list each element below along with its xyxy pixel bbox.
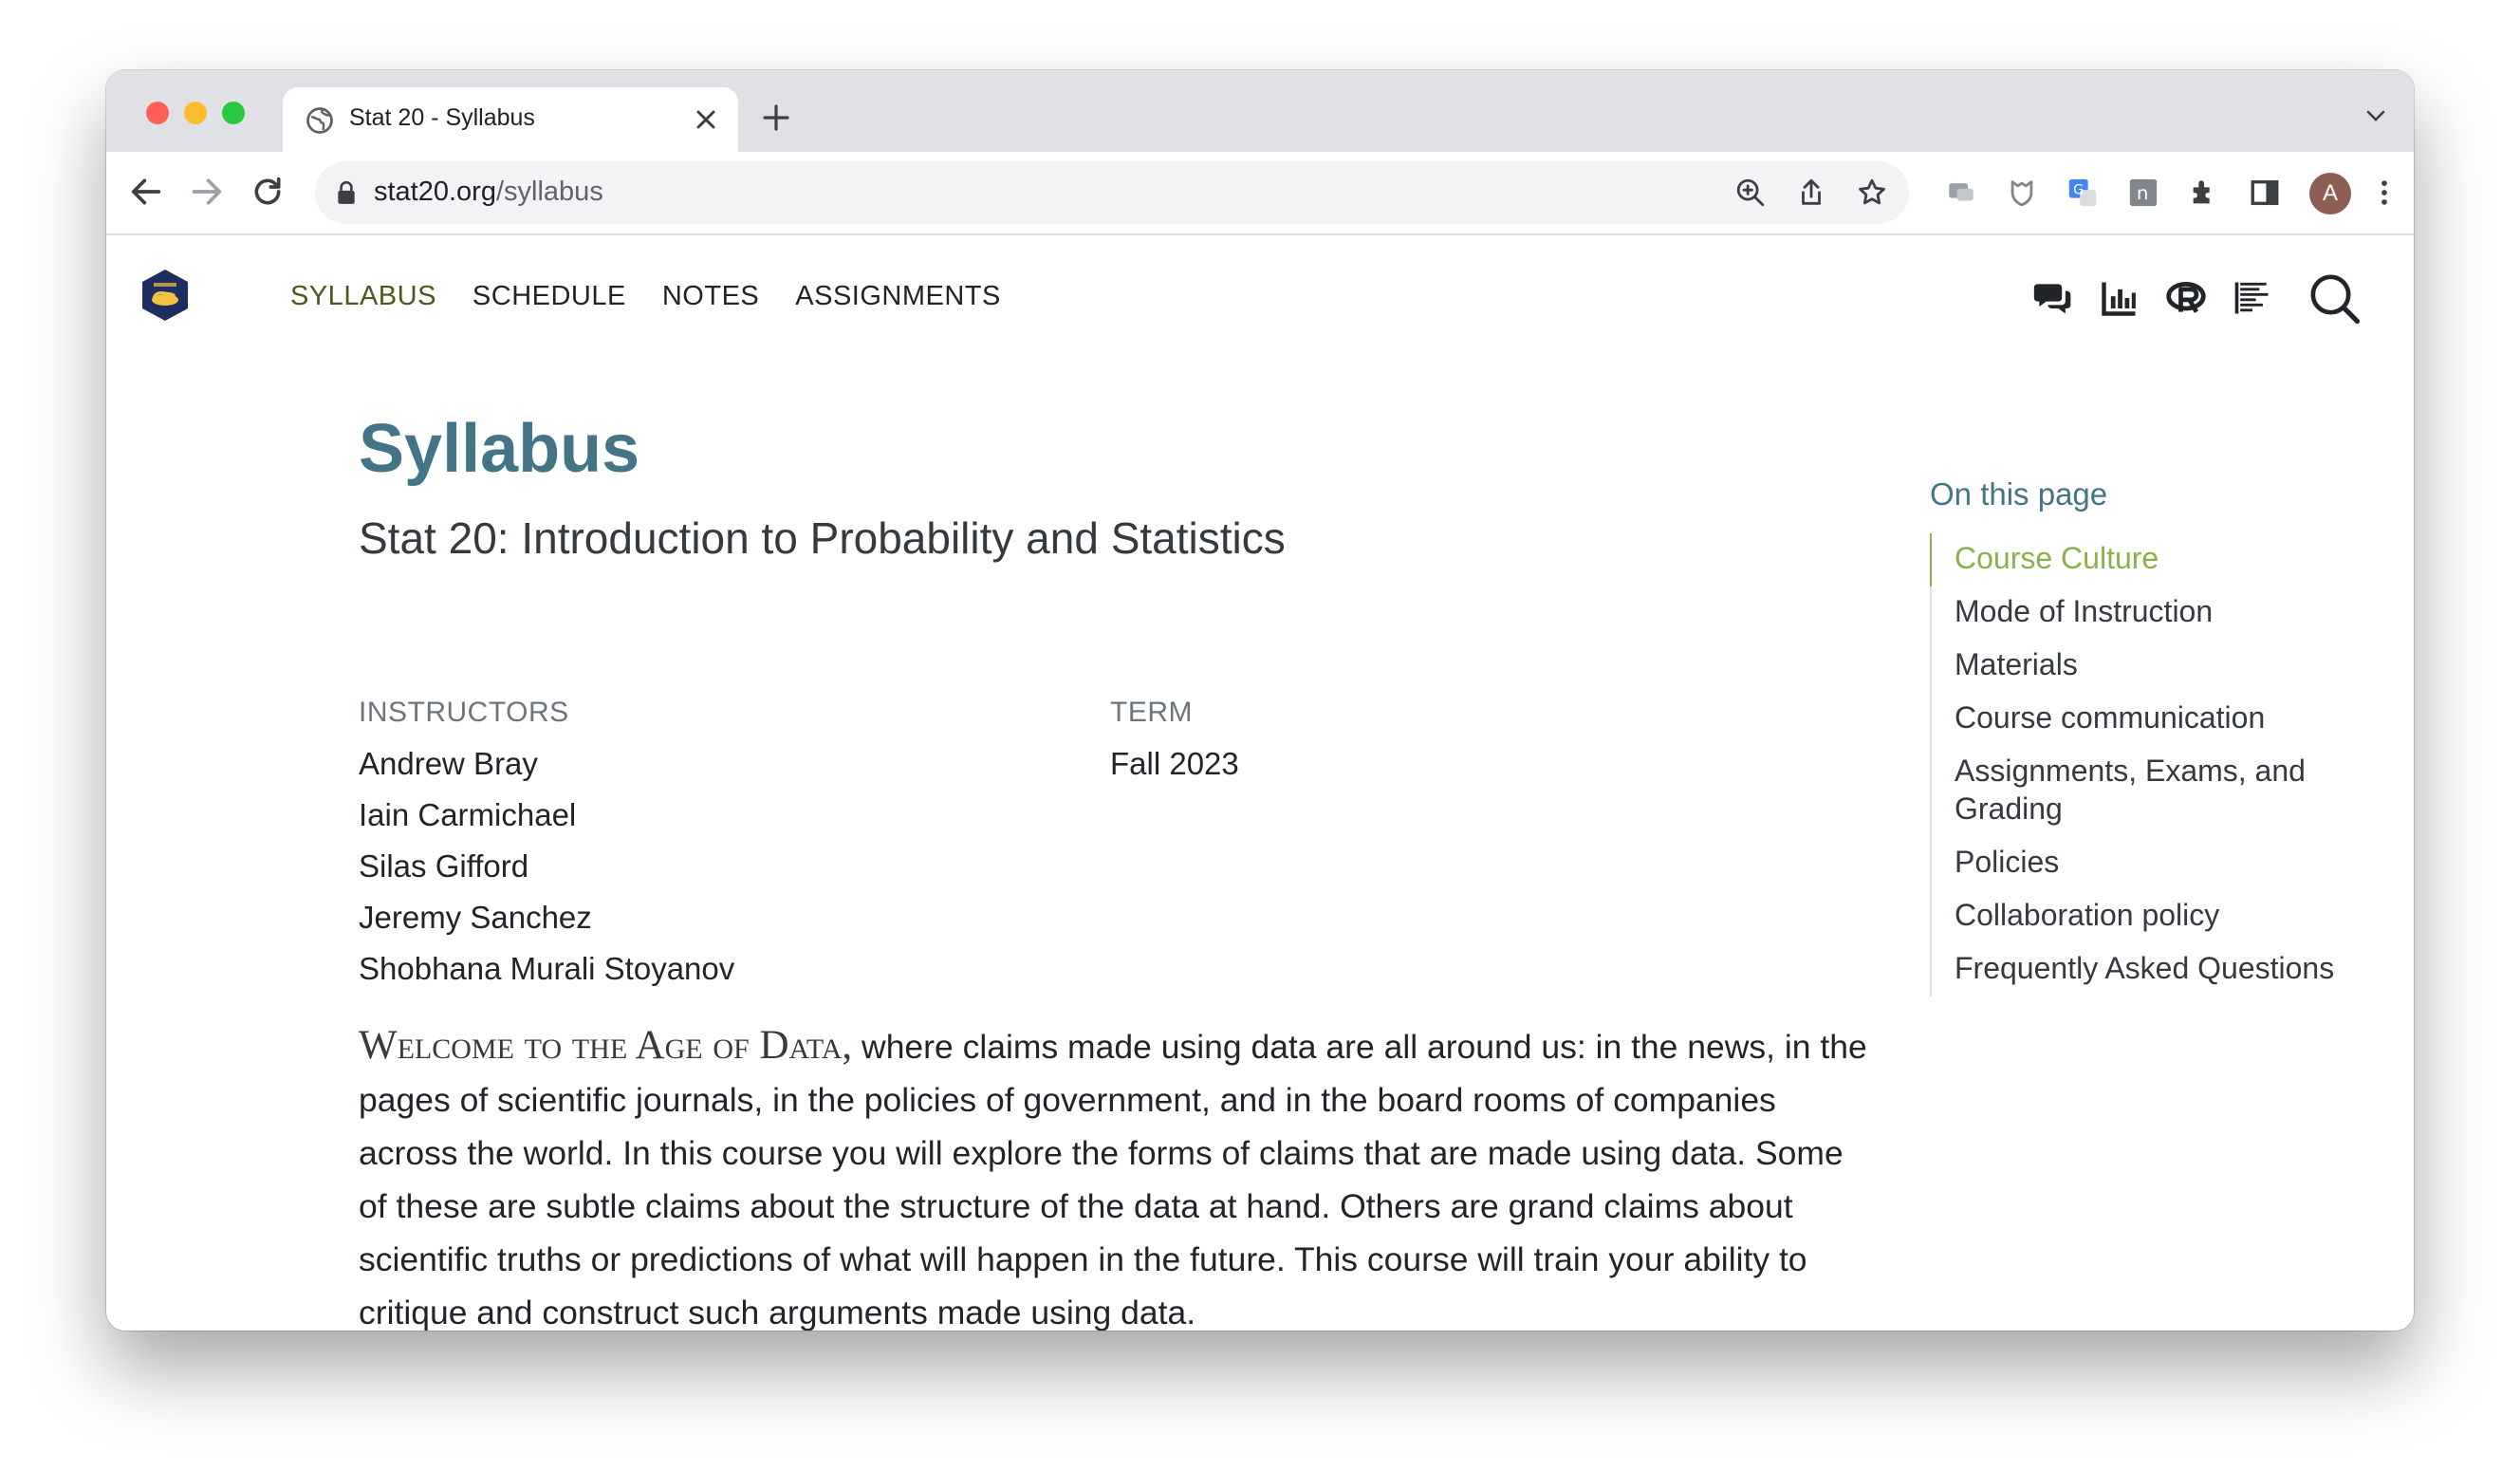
maximize-window-button[interactable] bbox=[222, 102, 245, 124]
intro-lead: Welcome to the Age of Data, bbox=[359, 1023, 853, 1068]
toc-item-mode-of-instruction[interactable]: Mode of Instruction bbox=[1932, 587, 2376, 640]
minimize-window-button[interactable] bbox=[184, 102, 207, 124]
zoom-icon[interactable] bbox=[1734, 177, 1767, 209]
tab-title: Stat 20 - Syllabus bbox=[349, 104, 535, 131]
new-tab-icon[interactable] bbox=[761, 102, 791, 133]
term-value: Fall 2023 bbox=[1110, 746, 1239, 781]
toc-item-policies[interactable]: Policies bbox=[1932, 837, 2376, 890]
url-text[interactable]: stat20.org/syllabus bbox=[374, 177, 603, 208]
back-arrow-icon[interactable] bbox=[127, 173, 165, 211]
reload-icon[interactable] bbox=[249, 173, 287, 211]
instructor-name: Shobhana Murali Stoyanov bbox=[359, 951, 735, 986]
svg-text:G: G bbox=[2073, 182, 2084, 197]
browser-toolbar: stat20.org/syllabus G n A bbox=[106, 152, 2414, 235]
browser-window: Stat 20 - Syllabus stat20.org/syllabus G… bbox=[106, 70, 2414, 1331]
bookmark-star-icon[interactable] bbox=[1856, 177, 1888, 209]
instructor-name: Iain Carmichael bbox=[359, 797, 577, 832]
nav-schedule[interactable]: SCHEDULE bbox=[472, 281, 626, 312]
globe-icon bbox=[306, 107, 333, 134]
search-icon[interactable] bbox=[2307, 271, 2361, 325]
web-page: SYLLABUS SCHEDULE NOTES ASSIGNMENTS Syll… bbox=[106, 235, 2414, 1331]
nav-assignments[interactable]: ASSIGNMENTS bbox=[795, 281, 1001, 312]
intro-body: where claims made using data are all aro… bbox=[359, 1028, 1867, 1331]
profile-avatar[interactable]: A bbox=[2309, 173, 2351, 214]
browser-tab[interactable]: Stat 20 - Syllabus bbox=[283, 87, 738, 152]
n-extension-icon[interactable]: n bbox=[2127, 177, 2159, 209]
address-bar[interactable]: stat20.org/syllabus bbox=[315, 161, 1909, 224]
bar-chart-icon[interactable] bbox=[2099, 277, 2140, 319]
instructor-name: Silas Gifford bbox=[359, 848, 529, 884]
toc-item-course-culture[interactable]: Course Culture bbox=[1930, 533, 2376, 587]
text-align-icon[interactable] bbox=[2232, 277, 2273, 319]
svg-text:n: n bbox=[2137, 182, 2149, 204]
chevron-down-icon[interactable] bbox=[2364, 108, 2387, 123]
toc-list: Course Culture Mode of Instruction Mater… bbox=[1930, 533, 2376, 996]
instructor-name: Andrew Bray bbox=[359, 746, 538, 781]
close-window-button[interactable] bbox=[146, 102, 169, 124]
r-logo-icon[interactable] bbox=[2165, 277, 2207, 319]
profile-initial: A bbox=[2322, 180, 2338, 206]
toc-item-materials[interactable]: Materials bbox=[1932, 640, 2376, 693]
forward-arrow-icon[interactable] bbox=[188, 173, 226, 211]
site-logo-icon[interactable] bbox=[140, 268, 190, 323]
site-navigation: SYLLABUS SCHEDULE NOTES ASSIGNMENTS bbox=[290, 281, 1001, 312]
toc-title: On this page bbox=[1930, 476, 2108, 512]
translate-icon[interactable]: G bbox=[2066, 177, 2099, 209]
puzzle-icon[interactable] bbox=[2188, 177, 2220, 209]
toc-item-collaboration-policy[interactable]: Collaboration policy bbox=[1932, 890, 2376, 943]
instructors-label: INSTRUCTORS bbox=[359, 697, 569, 728]
page-title: Syllabus bbox=[359, 411, 640, 487]
sidepanel-icon[interactable] bbox=[2249, 177, 2281, 209]
message-blocked-icon[interactable] bbox=[1945, 177, 1977, 209]
shield-extension-icon[interactable] bbox=[2006, 177, 2038, 209]
chat-bubbles-icon[interactable] bbox=[2032, 277, 2074, 319]
nav-syllabus[interactable]: SYLLABUS bbox=[290, 281, 436, 312]
share-icon[interactable] bbox=[1795, 177, 1827, 209]
kebab-menu-icon[interactable] bbox=[2368, 177, 2400, 209]
toc-item-assignments-grading[interactable]: Assignments, Exams, and Grading bbox=[1932, 746, 2376, 837]
close-tab-icon[interactable] bbox=[691, 104, 721, 135]
term-label: TERM bbox=[1110, 697, 1193, 728]
toc-item-faq[interactable]: Frequently Asked Questions bbox=[1932, 943, 2376, 996]
page-subtitle: Stat 20: Introduction to Probability and… bbox=[359, 513, 1286, 563]
site-tools bbox=[2032, 271, 2361, 325]
lock-icon[interactable] bbox=[336, 180, 357, 205]
instructor-name: Jeremy Sanchez bbox=[359, 900, 592, 935]
toc-item-course-communication[interactable]: Course communication bbox=[1932, 693, 2376, 746]
instructors-list: Andrew Bray Iain Carmichael Silas Giffor… bbox=[359, 738, 734, 995]
on-this-page-toc: On this page Course Culture Mode of Inst… bbox=[1930, 476, 2376, 996]
nav-notes[interactable]: NOTES bbox=[662, 281, 759, 312]
tab-strip: Stat 20 - Syllabus bbox=[106, 70, 2414, 152]
intro-paragraph: Welcome to the Age of Data, where claims… bbox=[359, 1019, 1877, 1331]
